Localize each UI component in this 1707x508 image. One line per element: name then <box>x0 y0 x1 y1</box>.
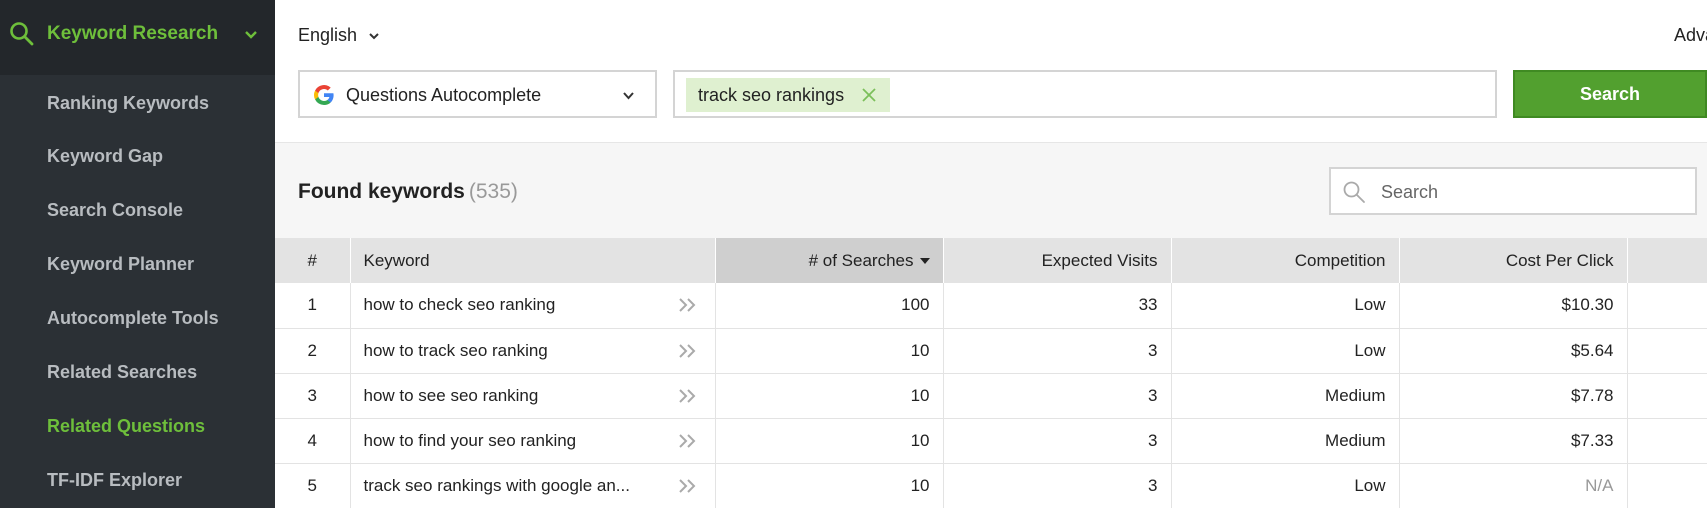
visits-cell: 3 <box>943 328 1172 374</box>
row-index: 3 <box>275 373 351 419</box>
keywords-table: # Keyword # of Searches Expected Visits … <box>275 238 1707 508</box>
row-index: 5 <box>275 463 351 508</box>
row-index: 1 <box>275 283 351 329</box>
keyword-text: how to see seo ranking <box>363 385 539 405</box>
language-label: English <box>298 25 358 45</box>
keyword-tag-label: track seo rankings <box>698 84 845 105</box>
sidebar-item-tf-idf-explorer[interactable]: TF-IDF Explorer <box>47 470 182 491</box>
cpc-cell: N/A <box>1399 463 1628 508</box>
results-search-placeholder: Search <box>1381 182 1439 202</box>
competition-cell: Medium <box>1171 373 1400 419</box>
search-icon <box>1343 181 1365 203</box>
column-header-expected-visits[interactable]: Expected Visits <box>943 238 1172 283</box>
keyword-cell: how to track seo ranking <box>350 328 716 374</box>
google-icon <box>314 85 334 105</box>
column-header-searches-label: # of Searches <box>808 250 914 270</box>
keyword-input[interactable]: track seo rankings <box>673 70 1497 118</box>
table-row[interactable]: 5 track seo rankings with google an... 1… <box>275 463 1707 508</box>
sort-desc-icon <box>919 258 930 265</box>
cpc-cell: $5.64 <box>1399 328 1628 374</box>
extra-cell <box>1627 463 1707 508</box>
searches-cell: 10 <box>715 418 944 464</box>
language-dropdown[interactable]: English <box>298 25 380 46</box>
keyword-tag: track seo rankings <box>686 78 891 112</box>
sidebar-item-keyword-planner[interactable]: Keyword Planner <box>47 254 194 275</box>
chevron-down-icon <box>369 33 379 40</box>
searches-cell: 10 <box>715 373 944 419</box>
sidebar-item-ranking-keywords[interactable]: Ranking Keywords <box>47 93 209 114</box>
keyword-text: how to track seo ranking <box>363 340 548 360</box>
searches-cell: 10 <box>715 328 944 374</box>
table-header-row: # Keyword # of Searches Expected Visits … <box>275 238 1707 283</box>
double-chevron-right-icon[interactable] <box>678 297 698 313</box>
double-chevron-right-icon[interactable] <box>678 388 698 404</box>
keyword-cell: how to find your seo ranking <box>350 418 716 464</box>
results-title-label: Found keywords <box>298 180 465 203</box>
sidebar-item-autocomplete-tools[interactable]: Autocomplete Tools <box>47 308 219 329</box>
keyword-cell: track seo rankings with google an... <box>350 463 716 508</box>
results-panel: Found keywords (535) Search # Keyword # o… <box>275 142 1707 508</box>
competition-cell: Low <box>1171 283 1400 329</box>
results-count: (535) <box>468 180 518 203</box>
visits-cell: 33 <box>943 283 1172 329</box>
row-index: 4 <box>275 418 351 464</box>
cpc-cell: $10.30 <box>1399 283 1628 329</box>
cpc-cell: $7.78 <box>1399 373 1628 419</box>
source-select-label: Questions Autocomplete <box>346 85 542 105</box>
results-search-input[interactable]: Search <box>1329 167 1697 215</box>
keyword-text: track seo rankings with google an... <box>363 475 630 495</box>
double-chevron-right-icon[interactable] <box>678 433 698 449</box>
visits-cell: 3 <box>943 418 1172 464</box>
source-select[interactable]: Questions Autocomplete <box>298 70 657 118</box>
keyword-cell: how to see seo ranking <box>350 373 716 419</box>
table-row[interactable]: 3 how to see seo ranking 10 3 Medium $7.… <box>275 373 1707 419</box>
visits-cell: 3 <box>943 373 1172 419</box>
column-header-index: # <box>275 238 351 283</box>
keyword-text: how to check seo ranking <box>363 295 556 315</box>
sidebar-item-related-searches[interactable]: Related Searches <box>47 362 197 383</box>
sidebar-section-header[interactable]: Keyword Research <box>0 0 275 75</box>
sidebar-item-search-console[interactable]: Search Console <box>47 200 183 221</box>
extra-cell <box>1627 418 1707 464</box>
search-icon <box>10 22 34 46</box>
advanced-link[interactable]: Adva <box>1674 25 1707 46</box>
keyword-cell: how to check seo ranking <box>350 283 716 329</box>
sidebar-section-title: Keyword Research <box>47 23 219 44</box>
sidebar-item-related-questions[interactable]: Related Questions <box>47 416 205 437</box>
search-button[interactable]: Search <box>1513 70 1707 118</box>
column-header-cpc[interactable]: Cost Per Click <box>1399 238 1628 283</box>
keyword-text: how to find your seo ranking <box>363 430 577 450</box>
sidebar-item-keyword-gap[interactable]: Keyword Gap <box>47 146 163 167</box>
competition-cell: Medium <box>1171 418 1400 464</box>
chevron-down-icon <box>245 31 257 39</box>
table-row[interactable]: 1 how to check seo ranking 100 33 Low $1… <box>275 283 1707 329</box>
row-index: 2 <box>275 328 351 374</box>
cpc-cell: $7.33 <box>1399 418 1628 464</box>
double-chevron-right-icon[interactable] <box>678 343 698 359</box>
table-row[interactable]: 2 how to track seo ranking 10 3 Low $5.6… <box>275 328 1707 374</box>
searches-cell: 10 <box>715 463 944 508</box>
double-chevron-right-icon[interactable] <box>678 478 698 494</box>
searches-cell: 100 <box>715 283 944 329</box>
column-header-extra[interactable] <box>1627 238 1707 283</box>
competition-cell: Low <box>1171 463 1400 508</box>
results-title: Found keywords (535) <box>298 180 518 204</box>
competition-cell: Low <box>1171 328 1400 374</box>
column-header-competition[interactable]: Competition <box>1171 238 1400 283</box>
table-row[interactable]: 4 how to find your seo ranking 10 3 Medi… <box>275 418 1707 464</box>
sidebar: Keyword Research Ranking Keywords Keywor… <box>0 0 275 508</box>
extra-cell <box>1627 283 1707 329</box>
close-icon[interactable] <box>862 88 876 102</box>
column-header-keyword[interactable]: Keyword <box>350 238 716 283</box>
column-header-searches[interactable]: # of Searches <box>715 238 944 283</box>
extra-cell <box>1627 373 1707 419</box>
visits-cell: 3 <box>943 463 1172 508</box>
extra-cell <box>1627 328 1707 374</box>
chevron-down-icon <box>623 92 634 100</box>
